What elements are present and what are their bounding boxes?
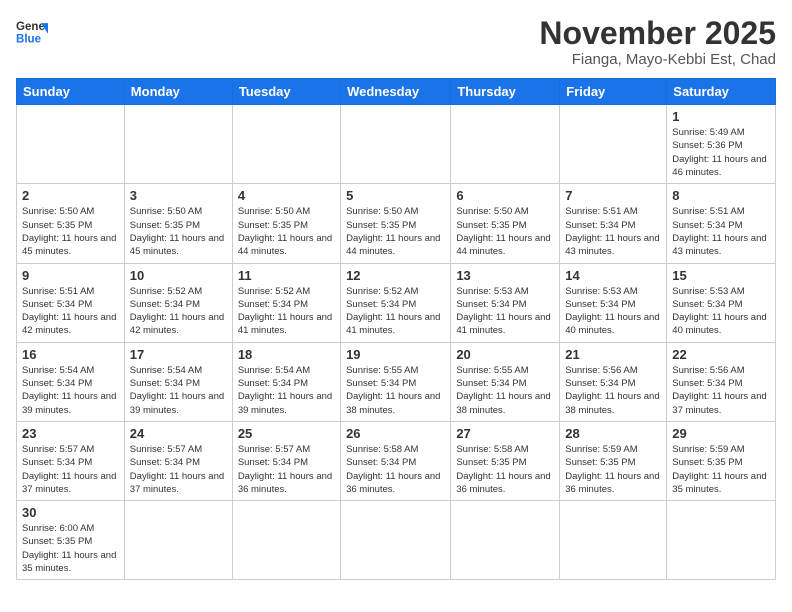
header-sunday: Sunday (17, 79, 125, 105)
day-14: 14 Sunrise: 5:53 AMSunset: 5:34 PMDaylig… (560, 263, 667, 342)
day-30: 30 Sunrise: 6:00 AMSunset: 5:35 PMDaylig… (17, 501, 125, 580)
empty-cell (17, 105, 125, 184)
empty-cell (560, 105, 667, 184)
day-19: 19 Sunrise: 5:55 AMSunset: 5:34 PMDaylig… (341, 342, 451, 421)
day-7: 7 Sunrise: 5:51 AMSunset: 5:34 PMDayligh… (560, 184, 667, 263)
day-28: 28 Sunrise: 5:59 AMSunset: 5:35 PMDaylig… (560, 421, 667, 500)
day-6: 6 Sunrise: 5:50 AMSunset: 5:35 PMDayligh… (451, 184, 560, 263)
empty-cell (232, 501, 340, 580)
empty-cell (124, 105, 232, 184)
day-9: 9 Sunrise: 5:51 AMSunset: 5:34 PMDayligh… (17, 263, 125, 342)
logo: General Blue (16, 16, 48, 48)
day-16: 16 Sunrise: 5:54 AMSunset: 5:34 PMDaylig… (17, 342, 125, 421)
day-15: 15 Sunrise: 5:53 AMSunset: 5:34 PMDaylig… (667, 263, 776, 342)
week-row-5: 23 Sunrise: 5:57 AMSunset: 5:34 PMDaylig… (17, 421, 776, 500)
header-wednesday: Wednesday (341, 79, 451, 105)
day-3: 3 Sunrise: 5:50 AMSunset: 5:35 PMDayligh… (124, 184, 232, 263)
day-2: 2 Sunrise: 5:50 AMSunset: 5:35 PMDayligh… (17, 184, 125, 263)
week-row-3: 9 Sunrise: 5:51 AMSunset: 5:34 PMDayligh… (17, 263, 776, 342)
day-11: 11 Sunrise: 5:52 AMSunset: 5:34 PMDaylig… (232, 263, 340, 342)
day-18: 18 Sunrise: 5:54 AMSunset: 5:34 PMDaylig… (232, 342, 340, 421)
location-title: Fianga, Mayo-Kebbi Est, Chad (539, 51, 776, 68)
empty-cell (451, 501, 560, 580)
header-tuesday: Tuesday (232, 79, 340, 105)
empty-cell (232, 105, 340, 184)
header-thursday: Thursday (451, 79, 560, 105)
empty-cell (451, 105, 560, 184)
header: General Blue November 2025 Fianga, Mayo-… (16, 16, 776, 68)
day-1: 1 Sunrise: 5:49 AMSunset: 5:36 PMDayligh… (667, 105, 776, 184)
day-25: 25 Sunrise: 5:57 AMSunset: 5:34 PMDaylig… (232, 421, 340, 500)
empty-cell (341, 501, 451, 580)
day-26: 26 Sunrise: 5:58 AMSunset: 5:34 PMDaylig… (341, 421, 451, 500)
day-27: 27 Sunrise: 5:58 AMSunset: 5:35 PMDaylig… (451, 421, 560, 500)
calendar-table: Sunday Monday Tuesday Wednesday Thursday… (16, 78, 776, 580)
week-row-2: 2 Sunrise: 5:50 AMSunset: 5:35 PMDayligh… (17, 184, 776, 263)
day-8: 8 Sunrise: 5:51 AMSunset: 5:34 PMDayligh… (667, 184, 776, 263)
title-block: November 2025 Fianga, Mayo-Kebbi Est, Ch… (539, 16, 776, 68)
day-20: 20 Sunrise: 5:55 AMSunset: 5:34 PMDaylig… (451, 342, 560, 421)
header-friday: Friday (560, 79, 667, 105)
day-5: 5 Sunrise: 5:50 AMSunset: 5:35 PMDayligh… (341, 184, 451, 263)
page: General Blue November 2025 Fianga, Mayo-… (0, 0, 792, 612)
header-monday: Monday (124, 79, 232, 105)
week-row-6: 30 Sunrise: 6:00 AMSunset: 5:35 PMDaylig… (17, 501, 776, 580)
header-saturday: Saturday (667, 79, 776, 105)
svg-text:General: General (16, 21, 48, 33)
day-21: 21 Sunrise: 5:56 AMSunset: 5:34 PMDaylig… (560, 342, 667, 421)
day-12: 12 Sunrise: 5:52 AMSunset: 5:34 PMDaylig… (341, 263, 451, 342)
empty-cell (341, 105, 451, 184)
day-17: 17 Sunrise: 5:54 AMSunset: 5:34 PMDaylig… (124, 342, 232, 421)
day-24: 24 Sunrise: 5:57 AMSunset: 5:34 PMDaylig… (124, 421, 232, 500)
day-4: 4 Sunrise: 5:50 AMSunset: 5:35 PMDayligh… (232, 184, 340, 263)
weekday-header-row: Sunday Monday Tuesday Wednesday Thursday… (17, 79, 776, 105)
week-row-1: 1 Sunrise: 5:49 AMSunset: 5:36 PMDayligh… (17, 105, 776, 184)
day-23: 23 Sunrise: 5:57 AMSunset: 5:34 PMDaylig… (17, 421, 125, 500)
empty-cell (124, 501, 232, 580)
empty-cell (560, 501, 667, 580)
empty-cell (667, 501, 776, 580)
day-29: 29 Sunrise: 5:59 AMSunset: 5:35 PMDaylig… (667, 421, 776, 500)
day-13: 13 Sunrise: 5:53 AMSunset: 5:34 PMDaylig… (451, 263, 560, 342)
month-title: November 2025 (539, 16, 776, 51)
day-10: 10 Sunrise: 5:52 AMSunset: 5:34 PMDaylig… (124, 263, 232, 342)
week-row-4: 16 Sunrise: 5:54 AMSunset: 5:34 PMDaylig… (17, 342, 776, 421)
logo-icon: General Blue (16, 16, 48, 48)
svg-text:Blue: Blue (16, 34, 42, 46)
day-22: 22 Sunrise: 5:56 AMSunset: 5:34 PMDaylig… (667, 342, 776, 421)
